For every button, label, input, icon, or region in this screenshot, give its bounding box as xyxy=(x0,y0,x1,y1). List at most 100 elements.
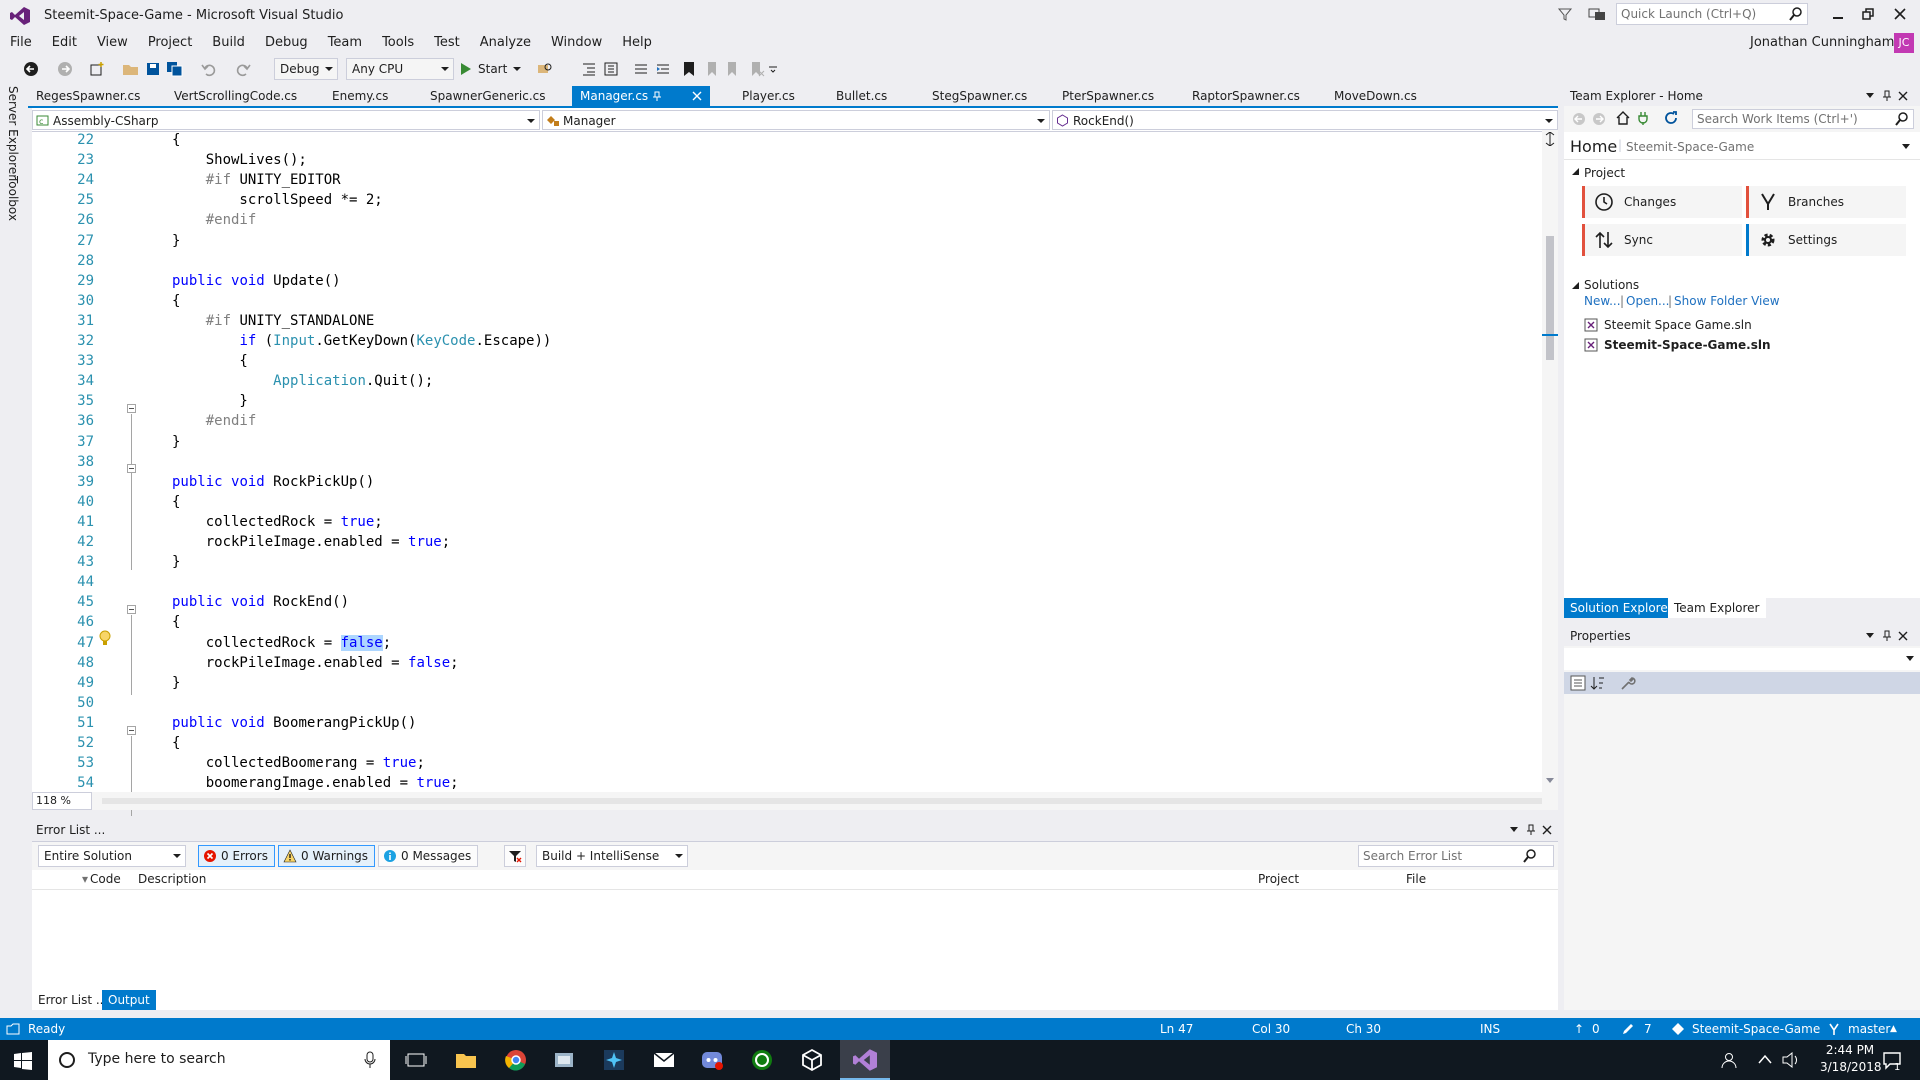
code-line[interactable]: public void RockEnd() xyxy=(172,594,349,610)
code-line[interactable]: { xyxy=(172,293,180,309)
tile-sync[interactable]: Sync xyxy=(1582,224,1742,256)
step-into-button[interactable] xyxy=(578,58,600,80)
xbox-icon[interactable] xyxy=(750,1048,774,1072)
fold-toggle-rockpickup[interactable] xyxy=(127,605,136,614)
server-explorer-tab[interactable]: Server Explorer xyxy=(6,86,20,179)
link-open[interactable]: Open... xyxy=(1626,294,1670,308)
find-in-files-button[interactable] xyxy=(534,58,556,80)
windows-start-icon[interactable] xyxy=(14,1052,32,1070)
app-window-icon[interactable] xyxy=(552,1048,576,1072)
horizontal-scrollbar[interactable] xyxy=(102,798,1542,804)
section-solutions[interactable]: Solutions xyxy=(1584,278,1639,292)
close-icon[interactable] xyxy=(1894,8,1906,20)
code-line[interactable]: { xyxy=(172,614,180,630)
discord-icon[interactable] xyxy=(700,1048,724,1072)
close-icon[interactable] xyxy=(692,91,702,101)
menu-analyze[interactable]: Analyze xyxy=(470,32,541,54)
tab-player[interactable]: Player.cs xyxy=(734,86,795,106)
column-code[interactable]: Code xyxy=(90,872,121,886)
clear-bookmarks-button[interactable] xyxy=(746,58,768,80)
quick-launch-box[interactable]: Quick Launch (Ctrl+Q) xyxy=(1616,3,1808,25)
menu-team[interactable]: Team xyxy=(318,32,372,54)
link-new[interactable]: New... xyxy=(1584,294,1621,308)
prev-bookmark-button[interactable] xyxy=(700,58,722,80)
filter-icon[interactable] xyxy=(1557,6,1573,22)
menu-project[interactable]: Project xyxy=(138,32,202,54)
scroll-down-icon[interactable] xyxy=(1546,778,1554,784)
code-line[interactable]: collectedBoomerang = true; xyxy=(172,755,425,771)
solution-item[interactable]: Steemit-Space-Game.sln xyxy=(1584,336,1904,354)
status-repo[interactable]: Steemit-Space-Game xyxy=(1692,1018,1820,1040)
speaker-icon[interactable] xyxy=(1782,1052,1800,1068)
platform-dropdown[interactable]: Any CPU xyxy=(346,58,454,80)
close-icon[interactable] xyxy=(1898,91,1908,101)
tab-raptor-spawner[interactable]: RaptorSpawner.cs xyxy=(1184,86,1300,106)
feedback-icon[interactable] xyxy=(1588,6,1606,22)
tab-output[interactable]: Output xyxy=(102,990,156,1010)
pin-icon[interactable] xyxy=(1882,630,1892,642)
tab-reges-spawner[interactable]: RegesSpawner.cs xyxy=(28,86,140,106)
forward-button[interactable] xyxy=(54,58,76,80)
unity-icon[interactable] xyxy=(800,1048,824,1072)
tab-pter-spawner[interactable]: PterSpawner.cs xyxy=(1054,86,1154,106)
lightbulb-icon[interactable] xyxy=(98,629,112,647)
menu-debug[interactable]: Debug xyxy=(255,32,318,54)
scope-dropdown[interactable]: Entire Solution xyxy=(38,845,186,867)
pin-icon[interactable] xyxy=(1526,824,1536,836)
unity-asset-icon[interactable] xyxy=(602,1048,626,1072)
microphone-icon[interactable] xyxy=(364,1051,376,1069)
code-line[interactable]: { xyxy=(172,353,247,369)
search-icon[interactable] xyxy=(1789,7,1803,21)
tab-enemy[interactable]: Enemy.cs xyxy=(324,86,388,106)
chevron-up-icon[interactable] xyxy=(1758,1054,1772,1064)
start-debug-button[interactable]: Start xyxy=(460,58,526,80)
split-editor-icon[interactable] xyxy=(1545,132,1555,146)
fold-toggle-rockend[interactable] xyxy=(127,726,136,735)
search-work-items[interactable]: Search Work Items (Ctrl+') xyxy=(1692,109,1914,129)
code-line[interactable]: collectedRock = false; xyxy=(172,635,391,651)
editor-vertical-scrollbar[interactable] xyxy=(1542,130,1558,792)
close-icon[interactable] xyxy=(1542,825,1552,835)
search-error-list-input[interactable]: Search Error List xyxy=(1363,849,1462,863)
link-show-folder-view[interactable]: Show Folder View xyxy=(1674,294,1780,308)
categorized-icon[interactable] xyxy=(1570,675,1586,691)
build-filter-dropdown[interactable]: Build + IntelliSense xyxy=(536,845,688,867)
repo-diamond-icon[interactable] xyxy=(1672,1023,1684,1035)
errors-filter-button[interactable]: 0 Errors xyxy=(198,845,275,867)
messages-filter-button[interactable]: 0 Messages xyxy=(378,845,479,867)
sort-icon[interactable]: ▾ xyxy=(82,872,88,886)
save-button[interactable] xyxy=(142,58,164,80)
task-view-icon[interactable] xyxy=(404,1048,428,1072)
menu-help[interactable]: Help xyxy=(612,32,662,54)
menu-tools[interactable]: Tools xyxy=(372,32,424,54)
pending-changes[interactable]: 7 xyxy=(1644,1018,1652,1040)
uncomment-button[interactable] xyxy=(652,58,674,80)
comment-button[interactable] xyxy=(630,58,652,80)
code-line[interactable]: rockPileImage.enabled = true; xyxy=(172,534,450,550)
code-line[interactable]: } xyxy=(172,233,180,249)
taskbar-date[interactable]: 3/18/2018 xyxy=(1820,1060,1882,1074)
code-line[interactable]: } xyxy=(172,434,180,450)
new-project-button[interactable] xyxy=(86,58,108,80)
code-line[interactable]: { xyxy=(172,132,180,148)
search-error-list[interactable]: Search Error List xyxy=(1358,845,1554,867)
pencil-icon[interactable] xyxy=(1622,1023,1634,1035)
refresh-icon[interactable] xyxy=(1664,111,1678,125)
open-file-button[interactable] xyxy=(120,58,142,80)
page-title[interactable]: Home xyxy=(1570,137,1617,156)
pin-icon[interactable] xyxy=(1882,90,1892,102)
window-menu-icon[interactable] xyxy=(1866,633,1874,639)
class-dropdown[interactable]: Manager xyxy=(542,110,1050,130)
undo-button[interactable] xyxy=(198,58,220,80)
plug-icon[interactable] xyxy=(1638,111,1648,125)
code-line[interactable]: public void BoomerangPickUp() xyxy=(172,715,416,731)
code-line[interactable]: } xyxy=(172,393,247,409)
chevron-up-icon[interactable]: ▲ xyxy=(1890,1018,1897,1040)
back-arrow-icon[interactable] xyxy=(1572,112,1586,126)
menu-file[interactable]: File xyxy=(0,32,42,54)
user-avatar[interactable]: JC xyxy=(1894,33,1914,53)
toolbox-tab[interactable]: Toolbox xyxy=(6,176,20,221)
code-line[interactable]: #if UNITY_STANDALONE xyxy=(172,313,375,329)
redo-button[interactable] xyxy=(232,58,254,80)
solution-item[interactable]: Steemit Space Game.sln xyxy=(1584,316,1904,334)
